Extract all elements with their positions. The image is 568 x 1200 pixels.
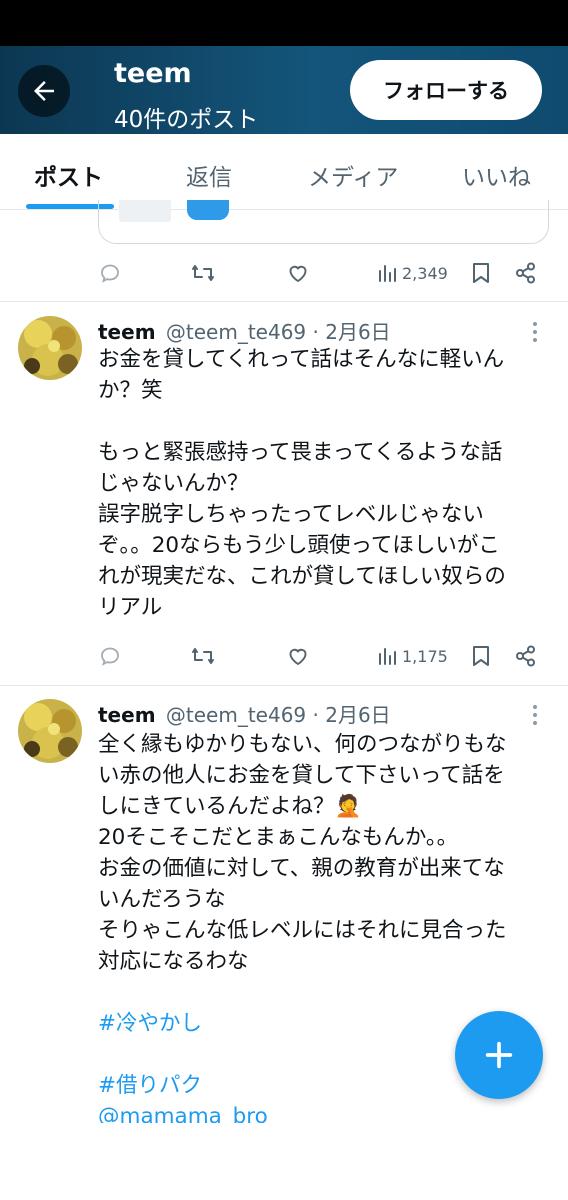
post-divider xyxy=(0,301,568,302)
post-header: teem @teem_te469 · 2月6日 xyxy=(98,316,391,345)
post-line: れが現実だな、これが貸してほしい奴らの xyxy=(98,564,506,589)
tab-likes[interactable]: いいね xyxy=(462,158,531,192)
post-line xyxy=(98,406,552,437)
arrow-left-icon xyxy=(34,81,54,101)
post-count: 40件のポスト xyxy=(114,107,259,133)
post-header: teem @teem_te469 · 2月6日 xyxy=(98,699,391,728)
post-line: もっと緊張感持って畏まってくるような話 xyxy=(98,440,503,465)
post-line: リアル xyxy=(98,595,163,620)
share-button[interactable] xyxy=(514,258,538,288)
more-dots-icon[interactable] xyxy=(528,703,542,727)
post-line: お金を貸してくれって話はそんなに軽いん xyxy=(98,347,505,372)
bookmark-icon xyxy=(473,646,489,666)
share-icon xyxy=(516,262,535,284)
author-name[interactable]: teem xyxy=(98,320,156,344)
author-meta: @teem_te469 · 2月6日 xyxy=(165,320,391,344)
reply-icon xyxy=(101,647,119,666)
views-button[interactable]: 2,349 xyxy=(376,258,448,288)
post-line: いんだろうな xyxy=(98,887,226,912)
bookmark-icon xyxy=(473,263,489,283)
avatar[interactable] xyxy=(18,699,82,763)
avatar-image xyxy=(18,699,82,763)
post-actions: 2,349 xyxy=(0,258,568,288)
views-count: 2,349 xyxy=(402,263,448,283)
follow-button[interactable]: フォローする xyxy=(350,60,542,120)
tab-replies[interactable]: 返信 xyxy=(186,158,232,192)
post-line: じゃないんか？ xyxy=(98,471,249,496)
bookmark-button[interactable] xyxy=(470,258,492,288)
tab-posts[interactable]: ポスト xyxy=(34,158,103,192)
post-line: そりゃこんな低レベルにはそれに見合った xyxy=(98,918,507,943)
share-button[interactable] xyxy=(514,641,538,671)
profile-header: teem 40件のポスト フォローする xyxy=(0,46,568,134)
plus-icon xyxy=(485,1041,513,1069)
post-actions: 1,175 xyxy=(0,641,568,671)
post-line: 全く縁もゆかりもない、何のつながりもな xyxy=(98,732,507,757)
bottom-area xyxy=(0,1123,568,1200)
reply-button[interactable] xyxy=(98,641,122,671)
heart-icon xyxy=(289,648,307,666)
post-line: か？笑 xyxy=(98,378,163,403)
views-button[interactable]: 1,175 xyxy=(376,641,448,671)
back-button[interactable] xyxy=(18,65,70,117)
views-icon xyxy=(379,648,396,665)
author-meta: @teem_te469 · 2月6日 xyxy=(165,703,391,727)
card-thumbnail xyxy=(119,200,171,222)
avatar-image xyxy=(18,316,82,380)
retweet-button[interactable] xyxy=(190,258,216,288)
retweet-button[interactable] xyxy=(190,641,216,671)
card-thumbnail xyxy=(187,200,229,220)
post-line: ぞ。。20ならもう少し頭使ってほしいがこ xyxy=(98,533,500,558)
post-line: 対応になるわな xyxy=(98,949,249,974)
post-line: お金の価値に対して、親の教育が出来てな xyxy=(98,856,505,881)
reply-icon xyxy=(101,264,119,283)
post-line: 誤字脱字しちゃったってレベルじゃない xyxy=(98,502,484,527)
profile-name: teem xyxy=(114,58,192,89)
profile-tabs: ポスト 返信 メディア いいね xyxy=(0,134,568,210)
like-button[interactable] xyxy=(286,258,310,288)
link-card[interactable] xyxy=(98,200,549,244)
reply-button[interactable] xyxy=(98,258,122,288)
like-button[interactable] xyxy=(286,641,310,671)
retweet-icon xyxy=(192,648,214,664)
avatar[interactable] xyxy=(18,316,82,380)
compose-button[interactable] xyxy=(455,1011,543,1099)
views-icon xyxy=(379,265,396,282)
post-line: しにきているんだよね？🤦 xyxy=(98,794,362,819)
bookmark-button[interactable] xyxy=(470,641,492,671)
heart-icon xyxy=(289,265,307,283)
more-dots-icon[interactable] xyxy=(528,320,542,344)
post-line: い赤の他人にお金を貸して下さいって話を xyxy=(98,763,505,788)
post-line: 20そこそこだとまぁこんなもんか。。 xyxy=(98,825,459,850)
retweet-icon xyxy=(192,265,214,281)
views-count: 1,175 xyxy=(402,646,448,666)
post-divider xyxy=(0,685,568,686)
status-bar xyxy=(0,0,568,46)
tab-media[interactable]: メディア xyxy=(308,158,398,192)
share-icon xyxy=(516,645,535,667)
post-text: お金を貸してくれって話はそんなに軽いん か？笑 もっと緊張感持って畏まってくるよ… xyxy=(98,344,552,623)
author-name[interactable]: teem xyxy=(98,703,156,727)
